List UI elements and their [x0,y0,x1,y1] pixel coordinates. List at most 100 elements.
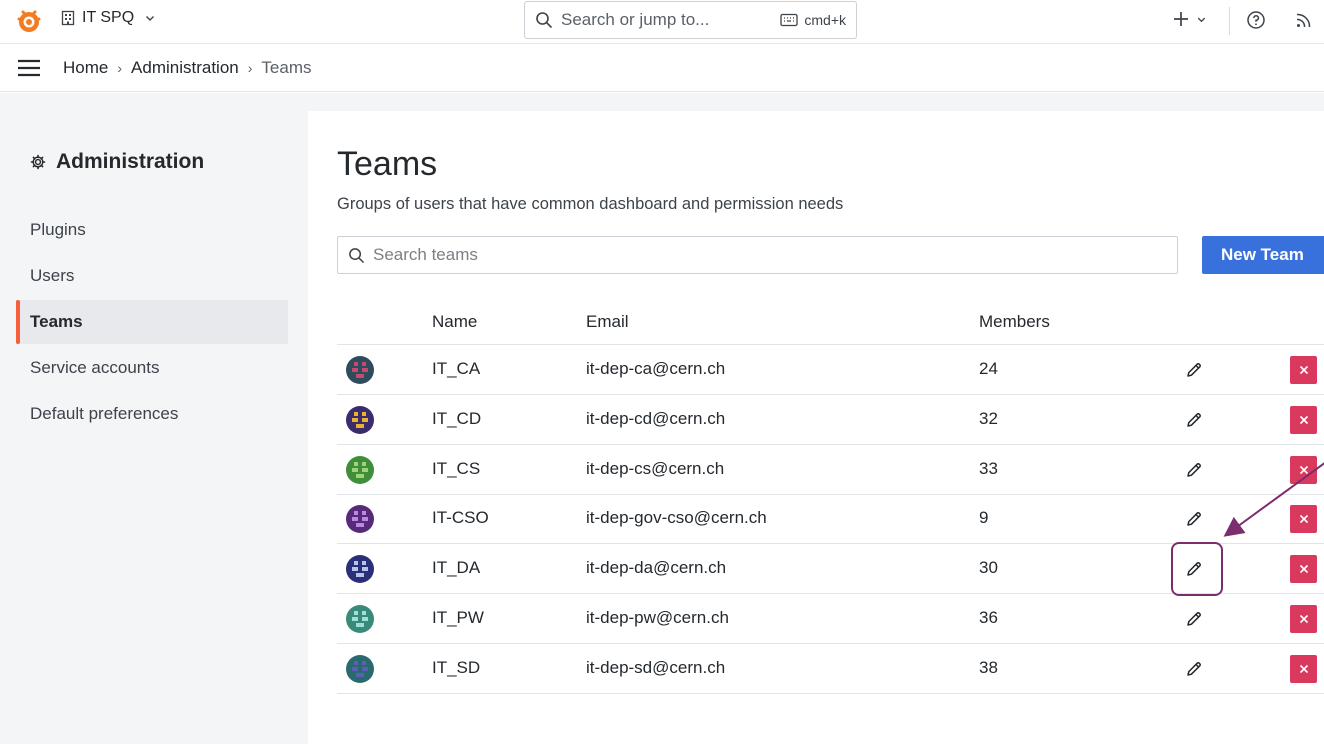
team-email[interactable]: it-dep-da@cern.ch [586,558,726,578]
admin-sidebar: Administration Plugins Users Teams Servi… [6,93,306,744]
delete-team-button[interactable] [1290,356,1317,384]
team-name[interactable]: IT_DA [432,558,480,578]
table-row[interactable]: IT_DA it-dep-da@cern.ch 30 [337,544,1324,594]
sidebar-item-label: Service accounts [30,358,160,377]
table-row[interactable]: IT_CA it-dep-ca@cern.ch 24 [337,345,1324,395]
sidebar-item-label: Default preferences [30,404,179,423]
edit-pencil-icon[interactable] [1184,559,1204,579]
team-email[interactable]: it-dep-cd@cern.ch [586,409,725,429]
plus-icon [1174,12,1188,26]
sidebar-item-users[interactable]: Users [16,254,288,298]
grafana-logo-icon[interactable] [14,6,44,36]
delete-team-button[interactable] [1290,555,1317,583]
team-avatar-icon [346,555,374,583]
column-header-name: Name [432,312,478,331]
table-row[interactable]: IT-CSO it-dep-gov-cso@cern.ch 9 [337,494,1324,544]
delete-team-button[interactable] [1290,456,1317,484]
delete-team-button[interactable] [1290,605,1317,633]
table-row[interactable]: IT_CD it-dep-cd@cern.ch 32 [337,395,1324,445]
top-navbar: IT SPQ Search or jump to... cmd+k [0,0,1324,44]
breadcrumb-home[interactable]: Home [63,58,108,78]
sidebar-item-teams[interactable]: Teams [16,300,288,344]
sidebar-title-text: Administration [56,150,205,173]
team-name[interactable]: IT_CA [432,359,480,379]
team-email[interactable]: it-dep-ca@cern.ch [586,359,725,379]
team-avatar-icon [346,655,374,683]
team-avatar-icon [346,356,374,384]
page-body: Administration Plugins Users Teams Servi… [0,93,1324,744]
gear-icon [30,154,46,170]
edit-pencil-icon[interactable] [1184,410,1204,430]
team-name[interactable]: IT_CS [432,459,480,479]
team-avatar-icon [346,406,374,434]
team-email[interactable]: it-dep-pw@cern.ch [586,608,729,628]
sidebar-item-label: Teams [30,312,83,331]
team-members-count: 36 [979,608,998,627]
team-name[interactable]: IT_PW [432,608,484,628]
menu-icon[interactable] [17,59,41,77]
close-icon [1299,465,1308,475]
search-icon [536,12,552,28]
chevron-right-icon: › [247,60,253,76]
org-switcher[interactable]: IT SPQ [60,9,156,27]
close-icon [1299,564,1308,574]
team-name[interactable]: IT_SD [432,658,480,678]
close-icon [1299,514,1308,524]
edit-pencil-icon[interactable] [1184,460,1204,480]
team-email[interactable]: it-dep-cs@cern.ch [586,459,724,479]
column-header-members: Members [979,312,1050,331]
team-name[interactable]: IT_CD [432,409,481,429]
team-email[interactable]: it-dep-sd@cern.ch [586,658,725,678]
help-icon[interactable] [1246,10,1266,30]
team-avatar-icon [346,505,374,533]
search-icon [349,247,364,263]
search-teams-input[interactable]: Search teams [337,236,1178,274]
delete-team-button[interactable] [1290,655,1317,683]
team-email[interactable]: it-dep-gov-cso@cern.ch [586,508,767,528]
edit-pencil-icon[interactable] [1184,609,1204,629]
building-icon [61,10,75,26]
delete-team-button[interactable] [1290,406,1317,434]
table-row[interactable]: IT_SD it-dep-sd@cern.ch 38 [337,644,1324,694]
table-row[interactable]: IT_CS it-dep-cs@cern.ch 33 [337,445,1324,495]
team-members-count: 32 [979,409,998,428]
close-icon [1299,415,1308,425]
team-avatar-icon [346,456,374,484]
chevron-right-icon: › [117,60,123,76]
breadcrumb-administration[interactable]: Administration [131,58,239,78]
edit-pencil-icon[interactable] [1184,659,1204,679]
table-header: Name Email Members [337,301,1324,345]
sidebar-item-service-accounts[interactable]: Service accounts [16,346,288,390]
table-row[interactable]: IT_PW it-dep-pw@cern.ch 36 [337,594,1324,644]
edit-pencil-icon[interactable] [1184,360,1204,380]
close-icon [1299,365,1308,375]
delete-team-button[interactable] [1290,505,1317,533]
page-title: Teams [337,145,438,183]
sidebar-title: Administration [30,150,204,174]
keyboard-icon [780,13,799,27]
new-team-button[interactable]: New Team [1202,236,1324,274]
keyboard-shortcut: cmd+k [780,12,846,28]
breadcrumb: Home › Administration › Teams [63,58,312,78]
team-avatar-icon [346,605,374,633]
team-members-count: 9 [979,508,989,527]
add-new-menu[interactable] [1172,10,1207,28]
team-members-count: 24 [979,359,998,378]
close-icon [1299,614,1308,624]
edit-pencil-icon[interactable] [1184,509,1204,529]
column-header-email: Email [586,312,629,331]
sidebar-item-plugins[interactable]: Plugins [16,208,288,252]
sidebar-item-default-preferences[interactable]: Default preferences [16,392,288,436]
org-name: IT SPQ [82,9,135,26]
page-subtitle: Groups of users that have common dashboa… [337,195,844,213]
team-name[interactable]: IT-CSO [432,508,489,528]
sidebar-item-label: Users [30,266,75,285]
chevron-down-icon [1197,17,1206,22]
sidebar-item-label: Plugins [30,220,86,239]
breadcrumb-teams: Teams [261,58,312,77]
teams-content: Teams Groups of users that have common d… [308,111,1324,744]
divider [1229,7,1230,35]
global-search-input[interactable]: Search or jump to... cmd+k [524,1,857,39]
chevron-down-icon [146,16,155,21]
news-feed-icon[interactable] [1294,10,1314,30]
